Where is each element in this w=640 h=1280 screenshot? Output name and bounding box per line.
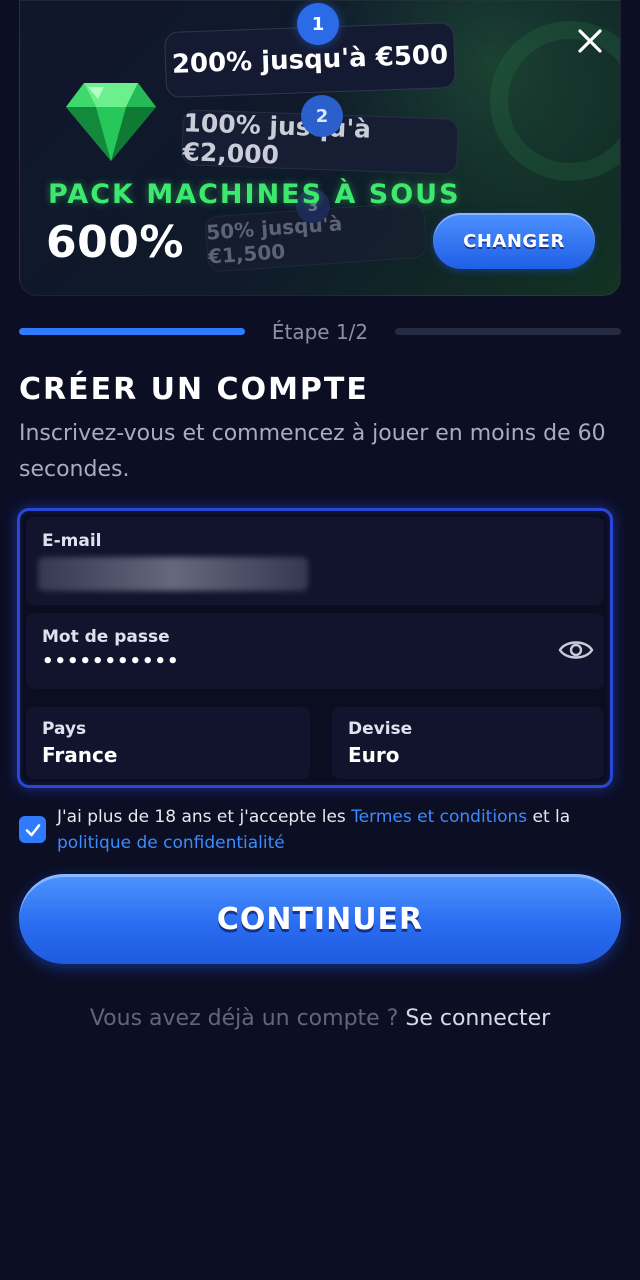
tier-1-badge: 1 bbox=[297, 3, 339, 45]
eye-icon bbox=[558, 641, 594, 659]
signup-form: E-mail Mot de passe ••••••••••• Pays Fra… bbox=[17, 508, 613, 788]
pack-title: PACK MACHINES À SOUS bbox=[48, 179, 461, 210]
privacy-link[interactable]: politique de confidentialité bbox=[57, 833, 285, 853]
password-value: ••••••••••• bbox=[42, 651, 180, 672]
currency-label: Devise bbox=[348, 719, 413, 739]
progress-bar-active bbox=[19, 328, 245, 335]
close-button[interactable] bbox=[572, 23, 608, 59]
progress-bar-inactive bbox=[395, 328, 621, 335]
country-value: France bbox=[42, 743, 118, 767]
terms-text-middle: et la bbox=[527, 807, 571, 827]
step-label: Étape 1/2 bbox=[271, 320, 369, 344]
password-label: Mot de passe bbox=[42, 627, 170, 647]
terms-text-before: J'ai plus de 18 ans et j'accepte les bbox=[57, 807, 352, 827]
password-field[interactable]: Mot de passe ••••••••••• bbox=[26, 613, 604, 689]
terms-text: J'ai plus de 18 ans et j'accepte les Ter… bbox=[57, 804, 597, 856]
country-label: Pays bbox=[42, 719, 87, 739]
currency-select[interactable]: Devise Euro bbox=[332, 707, 604, 779]
close-icon bbox=[578, 29, 602, 53]
currency-value: Euro bbox=[348, 743, 400, 767]
login-prompt-text: Vous avez déjà un compte ? bbox=[89, 1006, 406, 1031]
signup-page: 200% jusqu'à €500 100% jusqu'à €2,000 50… bbox=[0, 0, 640, 1280]
change-pack-button[interactable]: CHANGER bbox=[433, 213, 595, 269]
terms-agreement: J'ai plus de 18 ans et j'accepte les Ter… bbox=[19, 802, 619, 856]
checkmark-icon bbox=[25, 823, 40, 836]
email-field[interactable]: E-mail bbox=[26, 517, 604, 605]
email-label: E-mail bbox=[42, 531, 102, 551]
toggle-password-button[interactable] bbox=[558, 635, 594, 665]
terms-checkbox[interactable] bbox=[19, 816, 46, 843]
login-link[interactable]: Se connecter bbox=[405, 1006, 550, 1031]
continue-button[interactable]: CONTINUER bbox=[19, 874, 621, 964]
terms-link[interactable]: Termes et conditions bbox=[351, 807, 527, 827]
login-prompt: Vous avez déjà un compte ? Se connecter bbox=[0, 1006, 640, 1031]
page-title: CRÉER UN COMPTE bbox=[19, 372, 369, 407]
promo-banner: 200% jusqu'à €500 100% jusqu'à €2,000 50… bbox=[19, 0, 621, 296]
tier-2-badge: 2 bbox=[301, 95, 343, 137]
step-progress: Étape 1/2 bbox=[19, 318, 621, 346]
bonus-tier-1-text: 200% jusqu'à €500 bbox=[171, 40, 449, 80]
email-value-redacted bbox=[38, 557, 308, 591]
pack-value: 600% bbox=[46, 217, 184, 268]
emerald-icon bbox=[66, 83, 156, 161]
country-select[interactable]: Pays France bbox=[26, 707, 310, 779]
page-subtitle: Inscrivez-vous et commencez à jouer en m… bbox=[19, 421, 606, 482]
